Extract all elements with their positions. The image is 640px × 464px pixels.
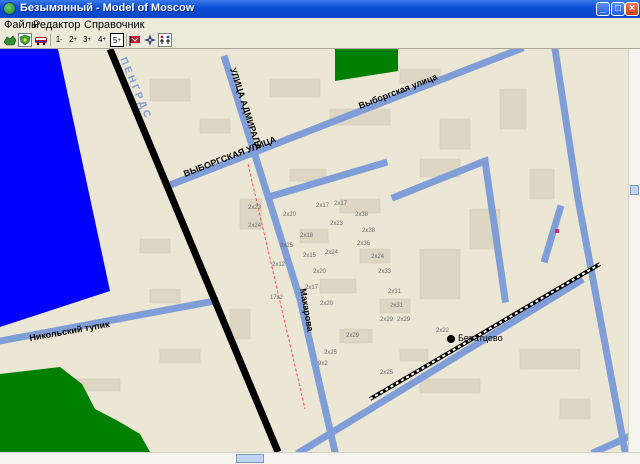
map-canvas[interactable]: ВЫБОРГСКАЯ УЛИЦА Выборгская улица УЛИЦА … xyxy=(0,49,628,452)
building-label: 2x38 xyxy=(362,228,376,234)
vertical-scroll-thumb[interactable] xyxy=(630,185,639,195)
building-label: 2x25 xyxy=(280,243,294,249)
shield-layer-icon[interactable] xyxy=(18,33,32,47)
building-label: 2x18 xyxy=(300,233,314,239)
level-1-sub: - xyxy=(60,37,63,43)
compass-star-icon[interactable] xyxy=(143,33,157,47)
minimize-button[interactable]: _ xyxy=(596,2,610,16)
building-label: 2x38 xyxy=(355,212,369,218)
building-label: 2x22 xyxy=(436,328,450,334)
app-icon xyxy=(3,2,16,15)
building-label: 2x24 xyxy=(248,223,262,229)
building-label: 2x29 xyxy=(397,317,411,323)
building-label: 2x17 xyxy=(334,201,348,207)
level-5-button[interactable]: 5+ xyxy=(110,33,124,47)
maximize-button[interactable]: □ xyxy=(611,2,625,16)
route-people-icon[interactable] xyxy=(158,33,172,47)
building-label: 2x33 xyxy=(378,269,392,275)
level-1-button[interactable]: 1- xyxy=(52,33,66,47)
building-label: 2x29 xyxy=(380,317,394,323)
level-4-button[interactable]: 4+ xyxy=(95,33,109,47)
building-label: 2x15 xyxy=(303,253,317,259)
building-label: 2x29 xyxy=(346,333,360,339)
toolbar-separator xyxy=(50,34,51,46)
bus-icon[interactable] xyxy=(34,33,48,47)
building-label: 17x2 xyxy=(270,295,284,301)
building-label: 2x25 xyxy=(380,370,394,376)
toolbar: 1- 2+ 3+ 4+ 5+ xyxy=(0,32,640,49)
toolbar-separator xyxy=(126,34,127,46)
station-marker[interactable] xyxy=(447,335,455,343)
vertical-scrollbar[interactable] xyxy=(628,49,640,452)
building-label: 2x23 xyxy=(330,221,344,227)
building-label: 2x20 xyxy=(283,212,297,218)
building-label: 2x23 xyxy=(248,205,262,211)
level-3-sub: + xyxy=(87,37,91,43)
building-label: 2x12 xyxy=(272,262,286,268)
level-2-sub: + xyxy=(73,37,77,43)
building-label: 2x24 xyxy=(325,250,339,256)
map-svg[interactable]: ВЫБОРГСКАЯ УЛИЦА Выборгская улица УЛИЦА … xyxy=(0,49,628,452)
menu-item-editor[interactable]: Редактор xyxy=(33,19,80,31)
building-label: 2x20 xyxy=(320,301,334,307)
building-label: 2x31 xyxy=(388,289,402,295)
menu-bar: Файлы Редактор Справочник xyxy=(0,18,640,32)
building-label: 2x24 xyxy=(371,254,385,260)
title-bar: Безымянный - Model of Moscow _ □ × xyxy=(0,0,640,18)
building-label: 2x31 xyxy=(390,303,404,309)
level-2-button[interactable]: 2+ xyxy=(66,33,80,47)
station-label: Бератцево xyxy=(458,333,503,343)
level-4-sub: + xyxy=(102,37,106,43)
window-title: Безымянный - Model of Moscow xyxy=(20,2,195,14)
building-label: 2x17 xyxy=(316,203,330,209)
horizontal-scroll-thumb[interactable] xyxy=(236,454,264,463)
point-marker[interactable] xyxy=(555,229,559,233)
level-3-button[interactable]: 3+ xyxy=(80,33,94,47)
map-region-icon[interactable] xyxy=(3,33,17,47)
menu-item-reference[interactable]: Справочник xyxy=(84,19,145,31)
close-button[interactable]: × xyxy=(625,2,639,16)
building-label: 2x17 xyxy=(305,285,319,291)
building-label: 2x20 xyxy=(313,269,327,275)
building-label: 2x36 xyxy=(357,241,371,247)
flag-icon[interactable] xyxy=(128,33,142,47)
building-label: 2x25 xyxy=(324,350,338,356)
horizontal-scrollbar[interactable] xyxy=(0,452,640,464)
building-label: 9x2 xyxy=(318,361,328,367)
level-5-sub: + xyxy=(117,38,121,44)
